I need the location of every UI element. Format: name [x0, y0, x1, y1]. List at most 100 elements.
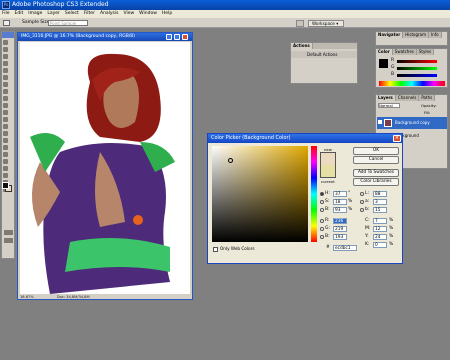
- fill-label: Fill:: [424, 110, 431, 115]
- path-selection-tool-icon[interactable]: [3, 152, 8, 157]
- notes-tool-icon[interactable]: [3, 166, 8, 171]
- radio-hue[interactable]: [320, 192, 324, 196]
- green-label: G:: [325, 226, 331, 231]
- tab-info[interactable]: Info: [428, 32, 442, 38]
- sample-size-select[interactable]: Point Sample: [48, 20, 88, 26]
- radio-b-lab[interactable]: [360, 208, 364, 212]
- cyan-field[interactable]: 7: [373, 218, 387, 224]
- magic-wand-tool-icon[interactable]: [3, 61, 8, 66]
- lightness-field[interactable]: 88: [373, 191, 387, 197]
- maximize-icon[interactable]: [174, 34, 180, 40]
- only-web-colors-checkbox[interactable]: [213, 247, 218, 252]
- blue-field[interactable]: 193: [333, 234, 347, 240]
- image-canvas[interactable]: [20, 42, 190, 294]
- foreground-color-swatch[interactable]: [2, 182, 9, 189]
- tab-color[interactable]: Color: [376, 49, 393, 55]
- type-tool-icon[interactable]: [3, 145, 8, 150]
- blend-mode-select[interactable]: Normal: [378, 103, 400, 108]
- eyedropper-tool-icon[interactable]: [3, 20, 10, 26]
- black-field[interactable]: 0: [373, 242, 387, 248]
- dodge-tool-icon[interactable]: [3, 131, 8, 136]
- radio-red[interactable]: [320, 219, 324, 223]
- yellow-field[interactable]: 24: [373, 234, 387, 240]
- clone-stamp-tool-icon[interactable]: [3, 96, 8, 101]
- gradient-tool-icon[interactable]: [3, 117, 8, 122]
- shape-tool-icon[interactable]: [3, 159, 8, 164]
- eye-icon[interactable]: [378, 120, 382, 124]
- slice-tool-icon[interactable]: [3, 75, 8, 80]
- hue-field[interactable]: 37: [333, 191, 347, 197]
- palette-well-icon[interactable]: [296, 20, 304, 27]
- saturation-brightness-field[interactable]: [212, 146, 308, 242]
- eraser-tool-icon[interactable]: [3, 110, 8, 115]
- radio-blue[interactable]: [320, 235, 324, 239]
- close-icon[interactable]: [182, 34, 188, 40]
- blur-tool-icon[interactable]: [3, 124, 8, 129]
- tab-styles[interactable]: Styles: [416, 49, 435, 55]
- close-icon[interactable]: ×: [393, 135, 401, 142]
- brightness-field[interactable]: 93: [333, 207, 347, 213]
- screen-mode-icon[interactable]: [4, 238, 13, 243]
- menu-help[interactable]: Help: [162, 10, 172, 18]
- pen-tool-icon[interactable]: [3, 138, 8, 143]
- tab-actions[interactable]: Actions: [291, 43, 313, 49]
- a-field[interactable]: 3: [373, 199, 387, 205]
- saturation-field[interactable]: 18: [333, 199, 347, 205]
- hex-field[interactable]: ecdbc1: [333, 245, 357, 251]
- menu-analysis[interactable]: Analysis: [100, 10, 119, 18]
- zoom-readout[interactable]: 16.67%: [20, 295, 34, 299]
- hue-slider[interactable]: [311, 146, 317, 242]
- radio-a[interactable]: [360, 200, 364, 204]
- crop-tool-icon[interactable]: [3, 68, 8, 73]
- current-color-swatch[interactable]: [320, 165, 336, 178]
- menu-image[interactable]: Image: [28, 10, 42, 18]
- b-lab-field[interactable]: 15: [373, 207, 387, 213]
- menu-layer[interactable]: Layer: [47, 10, 60, 18]
- blue-slider[interactable]: [397, 74, 437, 77]
- magenta-label: M:: [365, 226, 371, 231]
- menu-window[interactable]: Window: [139, 10, 157, 18]
- menu-select[interactable]: Select: [65, 10, 79, 18]
- tab-channels[interactable]: Channels: [395, 95, 420, 101]
- magenta-field[interactable]: 12: [373, 226, 387, 232]
- radio-saturation[interactable]: [320, 200, 324, 204]
- red-slider[interactable]: [397, 60, 437, 63]
- tab-swatches[interactable]: Swatches: [392, 49, 417, 55]
- healing-brush-tool-icon[interactable]: [3, 82, 8, 87]
- color-ramp[interactable]: [379, 81, 445, 86]
- lasso-tool-icon[interactable]: [3, 54, 8, 59]
- workspace-button[interactable]: Workspace ▾: [308, 20, 344, 27]
- move-tool-icon[interactable]: [3, 40, 8, 45]
- red-field[interactable]: 236: [333, 218, 347, 224]
- layer-thumbnail: [384, 119, 392, 127]
- default-actions-set[interactable]: Default Actions: [291, 51, 357, 58]
- minimize-icon[interactable]: [166, 34, 172, 40]
- menu-edit[interactable]: Edit: [15, 10, 24, 18]
- tab-histogram[interactable]: Histogram: [403, 32, 429, 38]
- radio-lightness[interactable]: [360, 192, 364, 196]
- yellow-label: Y:: [365, 234, 369, 239]
- ok-button[interactable]: OK: [353, 147, 399, 155]
- color-libraries-button[interactable]: Color Libraries: [353, 178, 399, 186]
- menu-view[interactable]: View: [123, 10, 134, 18]
- green-slider[interactable]: [397, 67, 437, 70]
- color-field-cursor[interactable]: [228, 158, 233, 163]
- add-to-swatches-button[interactable]: Add To Swatches: [353, 169, 399, 177]
- brush-tool-icon[interactable]: [3, 89, 8, 94]
- b-lab-label: b:: [365, 207, 370, 212]
- radio-brightness[interactable]: [320, 208, 324, 212]
- tab-layers[interactable]: Layers: [376, 95, 396, 101]
- marquee-tool-icon[interactable]: [3, 47, 8, 52]
- color-panel-fg-swatch[interactable]: [379, 59, 388, 68]
- photoshop-app-icon: Ps: [2, 1, 10, 9]
- eyedropper-tool-icon[interactable]: [3, 173, 8, 178]
- green-field[interactable]: 219: [333, 226, 347, 232]
- cancel-button[interactable]: Cancel: [353, 156, 399, 164]
- tab-paths[interactable]: Paths: [419, 95, 436, 101]
- menu-filter[interactable]: Filter: [84, 10, 95, 18]
- menu-file[interactable]: File: [2, 10, 10, 18]
- history-brush-tool-icon[interactable]: [3, 103, 8, 108]
- radio-green[interactable]: [320, 227, 324, 231]
- quick-mask-icon[interactable]: [4, 230, 13, 235]
- tab-navigator[interactable]: Navigator: [376, 32, 404, 38]
